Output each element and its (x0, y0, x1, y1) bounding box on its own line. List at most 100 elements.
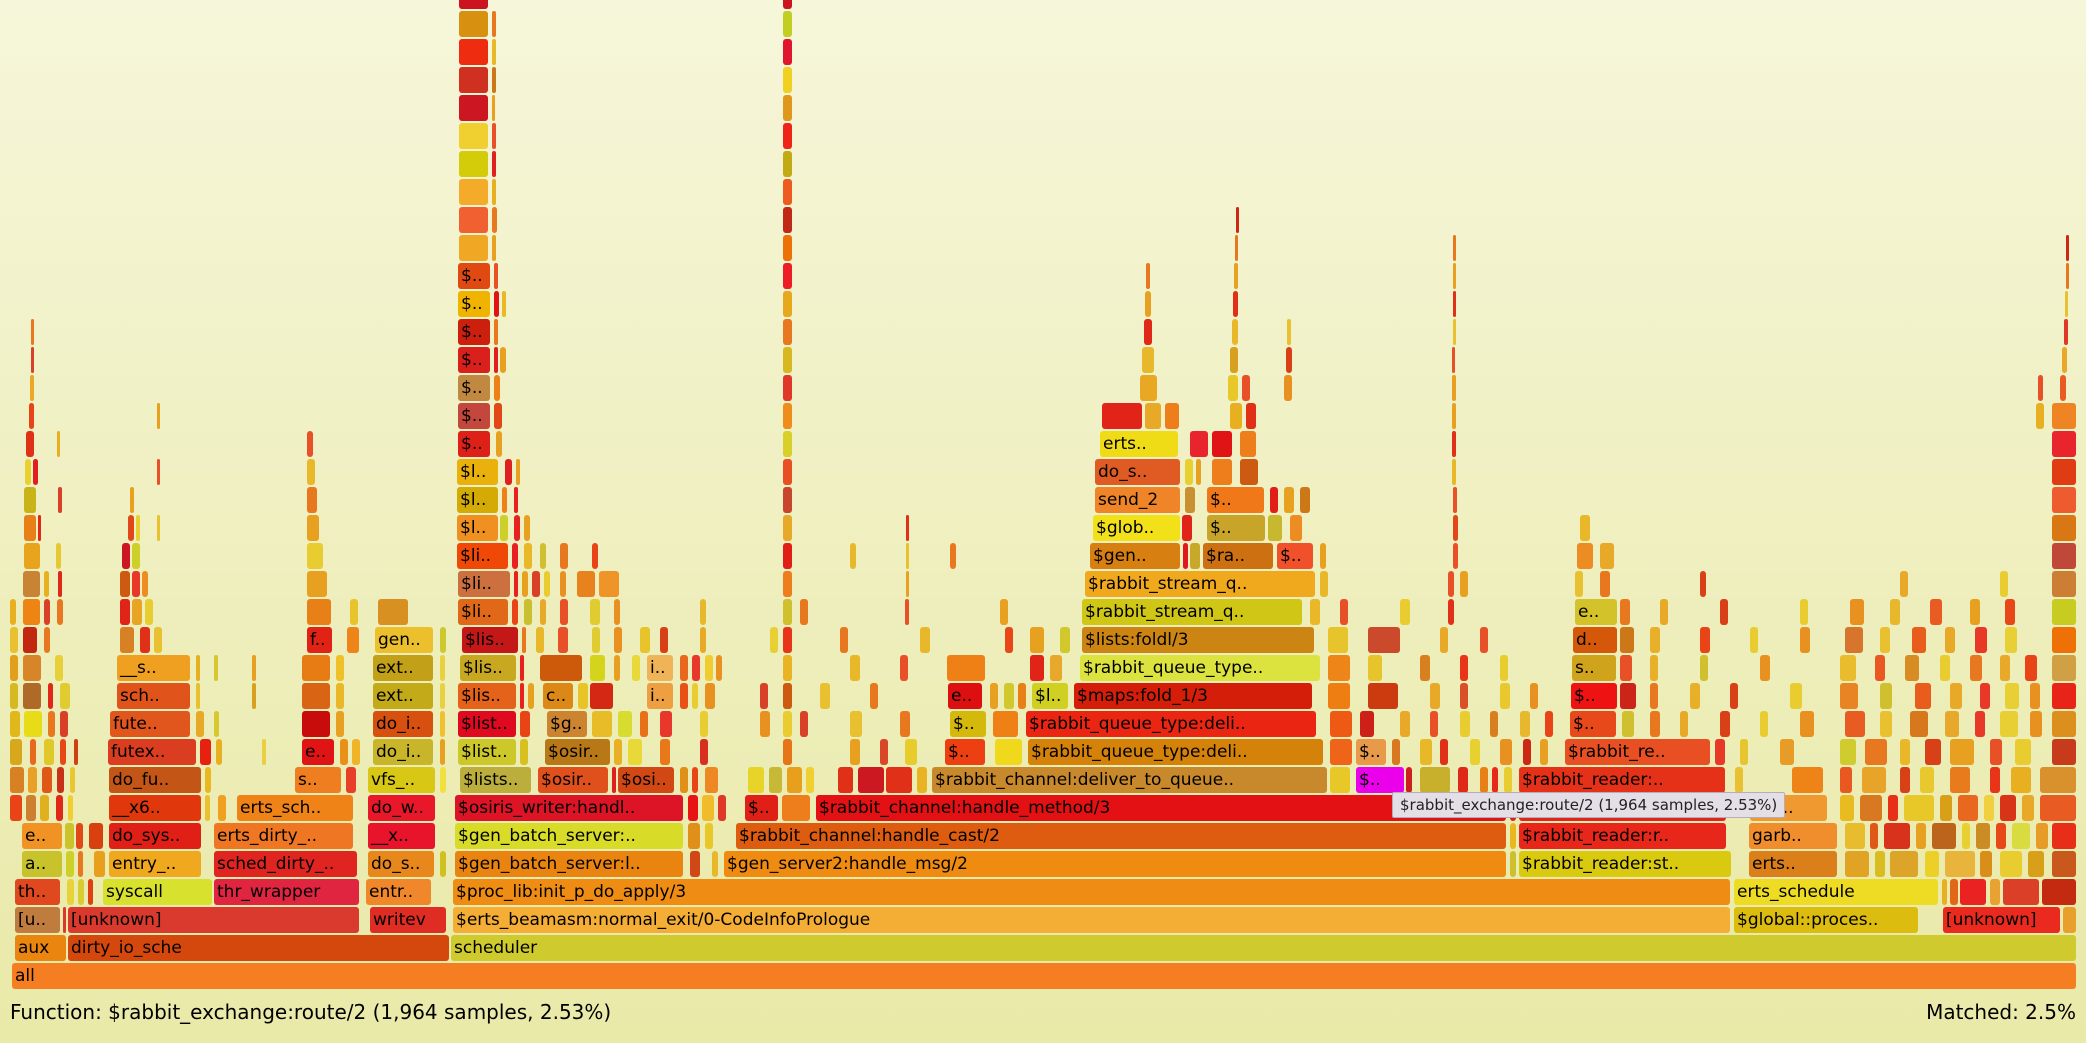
flame-frame-sliver[interactable] (614, 599, 620, 625)
flame-frame[interactable]: $li.. (458, 599, 508, 625)
flame-frame[interactable]: do_i.. (373, 711, 433, 737)
flame-frame-sliver[interactable] (89, 823, 103, 849)
flame-frame-sliver[interactable] (23, 655, 41, 681)
flame-frame[interactable]: erts_dirty_.. (214, 823, 353, 849)
flame-frame-sliver[interactable] (1145, 291, 1151, 317)
flame-frame[interactable]: $lis.. (458, 683, 516, 709)
flame-frame-sliver[interactable] (700, 599, 706, 625)
flame-frame-sliver[interactable] (1050, 655, 1062, 681)
flame-frame[interactable]: $rabbit_queue_type:deli.. (1028, 739, 1323, 765)
flame-frame-sliver[interactable] (660, 739, 670, 765)
flame-frame-sliver[interactable] (783, 655, 792, 681)
flame-frame-sliver[interactable] (1300, 487, 1310, 513)
flame-frame[interactable]: ext.. (373, 683, 433, 709)
flame-frame[interactable]: do_fu.. (109, 767, 201, 793)
flame-frame-sliver[interactable] (1740, 739, 1748, 765)
flame-frame-sliver[interactable] (496, 431, 502, 457)
flame-frame[interactable]: $.. (458, 431, 490, 457)
flame-frame-sliver[interactable] (783, 571, 792, 597)
flame-frame-sliver[interactable] (1925, 851, 1939, 877)
flame-frame-sliver[interactable] (2036, 403, 2044, 429)
flame-frame-sliver[interactable] (688, 795, 698, 821)
flame-frame-sliver[interactable] (1916, 823, 1926, 849)
flame-frame-sliver[interactable] (614, 739, 622, 765)
flame-frame-sliver[interactable] (1660, 599, 1668, 625)
flame-frame-sliver[interactable] (512, 543, 518, 569)
flame-frame-sliver[interactable] (1360, 711, 1374, 737)
flame-frame-sliver[interactable] (2042, 879, 2076, 905)
flame-frame[interactable]: do_i.. (373, 739, 433, 765)
flame-frame-sliver[interactable] (1460, 571, 1468, 597)
flame-frame-sliver[interactable] (769, 767, 782, 793)
flame-frame-sliver[interactable] (1480, 627, 1488, 653)
flame-frame-sliver[interactable] (132, 571, 140, 597)
flame-frame-sliver[interactable] (302, 683, 330, 709)
flame-frame[interactable]: $osi.. (618, 767, 674, 793)
flame-frame-sliver[interactable] (680, 683, 688, 709)
flame-frame-sliver[interactable] (1650, 627, 1660, 653)
flame-frame-sliver[interactable] (1600, 571, 1610, 597)
flame-frame-sliver[interactable] (1990, 879, 2000, 905)
flame-frame[interactable]: do_s.. (368, 851, 434, 877)
flame-frame-sliver[interactable] (783, 123, 792, 149)
flame-frame[interactable]: i.. (647, 655, 673, 681)
flame-frame-sliver[interactable] (783, 431, 792, 457)
flame-frame[interactable]: $.. (1571, 683, 1617, 709)
flame-frame-sliver[interactable] (1940, 655, 1950, 681)
flame-frame-sliver[interactable] (614, 655, 620, 681)
flame-frame-sliver[interactable] (705, 823, 713, 849)
flame-frame-sliver[interactable] (2000, 655, 2010, 681)
flame-frame-sliver[interactable] (906, 543, 909, 569)
flame-frame-sliver[interactable] (660, 627, 668, 653)
flame-frame-sliver[interactable] (78, 879, 84, 905)
flame-frame-sliver[interactable] (783, 627, 792, 653)
flame-frame-sliver[interactable] (692, 683, 698, 709)
flame-frame-sliver[interactable] (702, 795, 714, 821)
flame-frame[interactable]: $.. (1277, 543, 1313, 569)
flame-frame[interactable]: erts_schedule (1734, 879, 1938, 905)
flame-frame-sliver[interactable] (592, 627, 600, 653)
flame-frame-sliver[interactable] (352, 739, 360, 765)
flame-frame[interactable]: $glob.. (1093, 515, 1180, 541)
flame-frame-sliver[interactable] (1320, 571, 1328, 597)
flame-frame[interactable]: $.. (1207, 515, 1265, 541)
flame-frame-sliver[interactable] (850, 711, 862, 737)
flame-frame-sliver[interactable] (2066, 263, 2069, 289)
flame-frame-sliver[interactable] (120, 627, 134, 653)
flame-frame-sliver[interactable] (88, 879, 93, 905)
flame-frame-sliver[interactable] (1750, 627, 1758, 653)
flame-frame-sliver[interactable] (142, 571, 148, 597)
flame-frame-sliver[interactable] (1453, 515, 1458, 541)
flame-frame-sliver[interactable] (783, 599, 792, 625)
flame-frame-sliver[interactable] (1984, 795, 1994, 821)
flame-frame-sliver[interactable] (78, 851, 83, 877)
flame-frame-sliver[interactable] (1368, 683, 1398, 709)
flame-frame[interactable]: e.. (22, 823, 62, 849)
flame-frame-sliver[interactable] (145, 599, 153, 625)
flame-frame-sliver[interactable] (1480, 767, 1488, 793)
flame-frame-sliver[interactable] (459, 95, 488, 121)
flame-frame-sliver[interactable] (23, 571, 40, 597)
flame-frame-sliver[interactable] (520, 739, 528, 765)
flame-frame-sliver[interactable] (514, 515, 520, 541)
flame-frame-sliver[interactable] (196, 711, 204, 737)
flame-frame-sliver[interactable] (1970, 655, 1982, 681)
flame-frame[interactable]: thr_wrapper (214, 879, 359, 905)
flame-frame-sliver[interactable] (30, 739, 36, 765)
flame-frame-sliver[interactable] (990, 683, 998, 709)
flame-frame-sliver[interactable] (1720, 599, 1728, 625)
flame-frame[interactable]: $rabbit_queue_type:deli.. (1026, 711, 1316, 737)
flame-frame-sliver[interactable] (906, 515, 909, 541)
flame-frame-sliver[interactable] (2052, 459, 2076, 485)
flame-frame[interactable]: [unknown] (1943, 907, 2060, 933)
flame-frame-sliver[interactable] (688, 823, 700, 849)
flame-frame-sliver[interactable] (1330, 711, 1352, 737)
flame-frame-sliver[interactable] (1005, 627, 1013, 653)
flame-frame[interactable]: gen.. (375, 627, 433, 653)
flame-frame-sliver[interactable] (592, 711, 612, 737)
flame-frame-sliver[interactable] (440, 655, 445, 681)
flame-frame-sliver[interactable] (540, 655, 582, 681)
flame-frame-sliver[interactable] (492, 95, 495, 121)
flame-frame-sliver[interactable] (2040, 795, 2076, 821)
flame-frame-sliver[interactable] (820, 683, 830, 709)
